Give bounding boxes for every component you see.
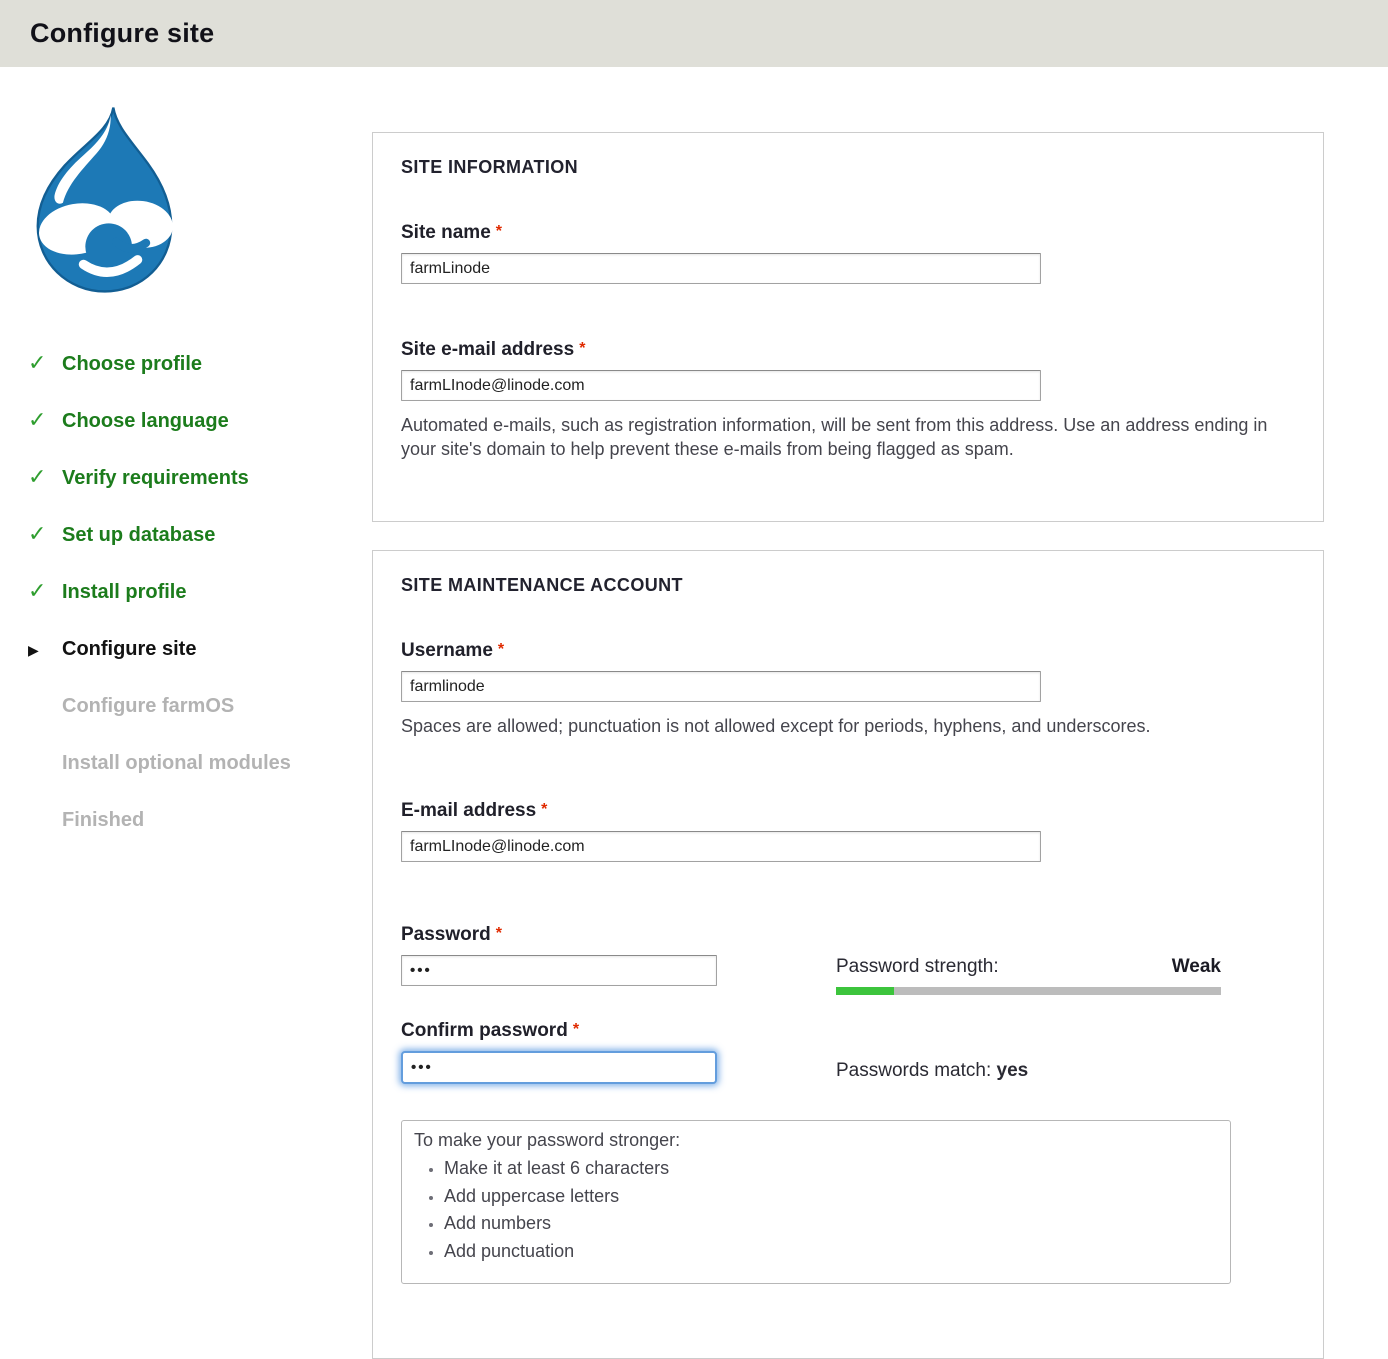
confirm-password-row: Confirm password* Passwords match: yes bbox=[401, 1020, 1295, 1084]
check-icon: ✓ bbox=[28, 524, 62, 544]
confirm-password-label: Confirm password* bbox=[401, 1020, 836, 1042]
check-icon: ✓ bbox=[28, 410, 62, 430]
required-asterisk: * bbox=[579, 340, 585, 357]
username-label: Username* bbox=[401, 640, 1295, 662]
password-strength-fill bbox=[836, 987, 894, 995]
password-suggestion-item: Add numbers bbox=[444, 1212, 1216, 1235]
password-strength-level: Weak bbox=[1172, 956, 1221, 978]
username-group: Username* Spaces are allowed; punctuatio… bbox=[401, 640, 1295, 738]
username-help: Spaces are allowed; punctuation is not a… bbox=[401, 714, 1295, 738]
site-email-input[interactable] bbox=[401, 370, 1041, 401]
content: ✓ Choose profile ✓ Choose language ✓ Ver… bbox=[0, 67, 1388, 1359]
check-icon: ✓ bbox=[28, 581, 62, 601]
passwords-match-label: Passwords match: bbox=[836, 1060, 991, 1081]
step-label: Choose profile bbox=[62, 352, 202, 377]
page-header: Configure site bbox=[0, 0, 1388, 67]
site-name-input[interactable] bbox=[401, 253, 1041, 284]
password-suggestion-item: Make it at least 6 characters bbox=[444, 1157, 1216, 1180]
site-maintenance-account-fieldset: SITE MAINTENANCE ACCOUNT Username* Space… bbox=[372, 550, 1324, 1359]
password-suggestions-box: To make your password stronger: Make it … bbox=[401, 1120, 1231, 1284]
site-name-group: Site name* bbox=[401, 222, 1295, 284]
account-email-group: E-mail address* bbox=[401, 800, 1295, 862]
sidebar-step-set-up-database: ✓ Set up database bbox=[28, 523, 372, 548]
password-suggestion-item: Add uppercase letters bbox=[444, 1185, 1216, 1208]
sidebar-step-verify-requirements: ✓ Verify requirements bbox=[28, 466, 372, 491]
required-asterisk: * bbox=[498, 641, 504, 658]
site-maintenance-account-heading: SITE MAINTENANCE ACCOUNT bbox=[401, 575, 1295, 596]
step-label: Set up database bbox=[62, 523, 215, 548]
configure-site-form: SITE INFORMATION Site name* Site e-mail … bbox=[372, 67, 1324, 1359]
step-label: Install optional modules bbox=[62, 751, 291, 776]
password-suggestions-list: Make it at least 6 characters Add upperc… bbox=[444, 1157, 1216, 1262]
step-label: Install profile bbox=[62, 580, 186, 605]
page-title: Configure site bbox=[30, 18, 214, 49]
password-suggestion-item: Add punctuation bbox=[444, 1240, 1216, 1263]
drupal-drop-icon bbox=[20, 100, 188, 300]
site-information-fieldset: SITE INFORMATION Site name* Site e-mail … bbox=[372, 132, 1324, 522]
site-email-group: Site e-mail address* Automated e-mails, … bbox=[401, 339, 1295, 461]
sidebar-step-finished: Finished bbox=[28, 808, 372, 833]
current-step-arrow-icon: ▶ bbox=[28, 640, 62, 660]
passwords-match-value: yes bbox=[997, 1060, 1029, 1081]
account-email-input[interactable] bbox=[401, 831, 1041, 862]
password-suggestions-intro: To make your password stronger: bbox=[414, 1130, 1216, 1151]
sidebar-step-choose-language: ✓ Choose language bbox=[28, 409, 372, 434]
step-label: Finished bbox=[62, 808, 144, 833]
step-label: Configure site bbox=[62, 637, 196, 662]
required-asterisk: * bbox=[541, 801, 547, 818]
account-email-label: E-mail address* bbox=[401, 800, 1295, 822]
passwords-match-indicator: Passwords match: yes bbox=[836, 1020, 1221, 1084]
confirm-password-group: Confirm password* bbox=[401, 1020, 836, 1084]
password-strength-indicator: Password strength: Weak bbox=[836, 924, 1221, 995]
check-icon: ✓ bbox=[28, 467, 62, 487]
sidebar-step-configure-site: ▶ Configure site bbox=[28, 637, 372, 662]
install-sidebar: ✓ Choose profile ✓ Choose language ✓ Ver… bbox=[0, 67, 372, 1359]
required-asterisk: * bbox=[496, 223, 502, 240]
sidebar-step-install-optional-modules: Install optional modules bbox=[28, 751, 372, 776]
sidebar-step-choose-profile: ✓ Choose profile bbox=[28, 352, 372, 377]
site-information-heading: SITE INFORMATION bbox=[401, 157, 1295, 178]
install-task-list: ✓ Choose profile ✓ Choose language ✓ Ver… bbox=[28, 352, 372, 833]
password-strength-bar bbox=[836, 987, 1221, 995]
password-strength-label: Password strength: bbox=[836, 956, 999, 978]
password-row: Password* Password strength: Weak bbox=[401, 924, 1295, 995]
username-input[interactable] bbox=[401, 671, 1041, 702]
password-label: Password* bbox=[401, 924, 836, 946]
required-asterisk: * bbox=[496, 925, 502, 942]
sidebar-step-install-profile: ✓ Install profile bbox=[28, 580, 372, 605]
password-input[interactable] bbox=[401, 955, 717, 986]
step-label: Configure farmOS bbox=[62, 694, 234, 719]
site-email-label: Site e-mail address* bbox=[401, 339, 1295, 361]
check-icon: ✓ bbox=[28, 353, 62, 373]
confirm-password-input[interactable] bbox=[401, 1051, 717, 1084]
password-group: Password* bbox=[401, 924, 836, 995]
sidebar-step-configure-farmos: Configure farmOS bbox=[28, 694, 372, 719]
drupal-logo bbox=[20, 100, 188, 300]
step-label: Verify requirements bbox=[62, 466, 249, 491]
site-name-label: Site name* bbox=[401, 222, 1295, 244]
step-label: Choose language bbox=[62, 409, 229, 434]
required-asterisk: * bbox=[573, 1021, 579, 1038]
site-email-help: Automated e-mails, such as registration … bbox=[401, 413, 1295, 461]
